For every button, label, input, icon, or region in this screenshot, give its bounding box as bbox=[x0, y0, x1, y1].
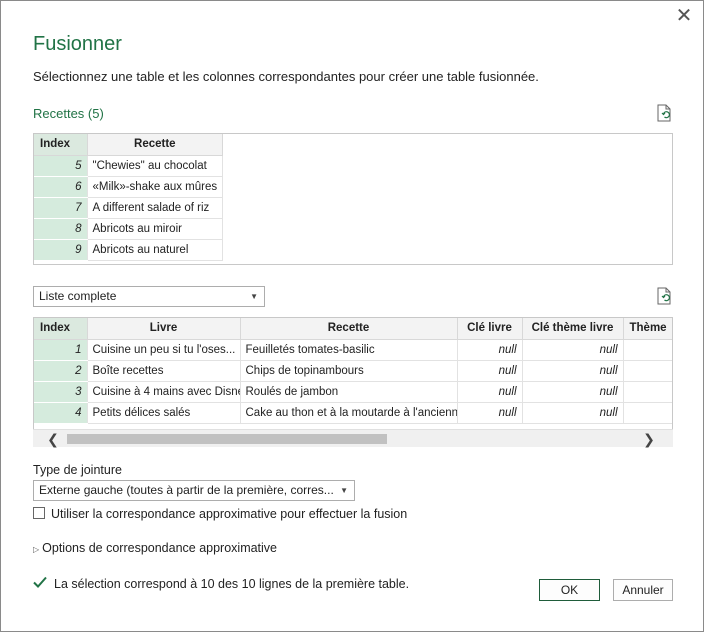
fuzzy-match-label[interactable]: Utiliser la correspondance approximative… bbox=[51, 507, 407, 521]
table-row: 7 A different salade of riz bbox=[34, 197, 224, 219]
status-message: La sélection correspond à 10 des 10 lign… bbox=[54, 577, 410, 591]
check-icon bbox=[33, 576, 47, 588]
cell-livre: Cuisine à 4 mains avec Disney bbox=[87, 381, 241, 403]
scroll-left-icon[interactable]: ❮ bbox=[43, 430, 63, 448]
cell-theme bbox=[623, 360, 672, 382]
merge-dialog: ✕ Fusionner Sélectionnez une table et le… bbox=[0, 0, 704, 632]
cancel-button[interactable]: Annuler bbox=[613, 579, 673, 601]
cell-cle-theme-livre: null bbox=[522, 402, 624, 424]
row-index: 3 bbox=[34, 381, 88, 403]
cell-recette: Feuilletés tomates-basilic bbox=[240, 339, 458, 361]
first-table-label: Recettes (5) bbox=[33, 106, 104, 121]
cell-recette: Chips de topinambours bbox=[240, 360, 458, 382]
horizontal-scrollbar[interactable]: ❮ ❯ bbox=[33, 429, 673, 447]
first-table-grid: Index Recette 5 "Chewies" au chocolat 6 … bbox=[34, 134, 224, 261]
table-row: 1 Cuisine un peu si tu l'oses... Feuille… bbox=[34, 339, 672, 361]
expand-triangle-icon: ▷ bbox=[33, 545, 40, 554]
cell-livre: Boîte recettes bbox=[87, 360, 241, 382]
table-row: 3 Cuisine à 4 mains avec Disney Roulés d… bbox=[34, 381, 672, 403]
row-index: 7 bbox=[34, 197, 88, 219]
row-index: 8 bbox=[34, 218, 88, 240]
join-type-label: Type de jointure bbox=[33, 463, 122, 477]
join-type-select-value: Externe gauche (toutes à partir de la pr… bbox=[39, 483, 334, 497]
chevron-down-icon: ▼ bbox=[250, 292, 258, 301]
cell-recette: Cake au thon et à la moutarde à l'ancien… bbox=[240, 402, 458, 424]
column-header-theme[interactable]: Thème bbox=[623, 318, 672, 340]
dialog-title: Fusionner bbox=[33, 33, 122, 55]
column-header-recette[interactable]: Recette bbox=[240, 318, 458, 340]
second-table-select-value: Liste complete bbox=[39, 289, 117, 303]
refresh-preview-icon[interactable] bbox=[656, 104, 672, 122]
cell-theme bbox=[623, 381, 672, 403]
scroll-right-icon[interactable]: ❯ bbox=[639, 430, 659, 448]
second-table-preview: Index Livre Recette Clé livre Clé thème … bbox=[33, 317, 673, 429]
fuzzy-match-checkbox[interactable] bbox=[33, 507, 45, 519]
cell-theme bbox=[623, 339, 672, 361]
ok-button[interactable]: OK bbox=[539, 579, 600, 601]
row-index: 6 bbox=[34, 176, 88, 198]
cell-theme bbox=[623, 402, 672, 424]
scrollbar-thumb[interactable] bbox=[67, 434, 387, 444]
table-row: 4 Petits délices salés Cake au thon et à… bbox=[34, 402, 672, 424]
table-row: 8 Abricots au miroir bbox=[34, 218, 224, 240]
column-header-cle-theme-livre[interactable]: Clé thème livre bbox=[522, 318, 624, 340]
cell-livre: Cuisine un peu si tu l'oses... bbox=[87, 339, 241, 361]
second-table-select[interactable]: Liste complete ▼ bbox=[33, 286, 265, 307]
join-type-select[interactable]: Externe gauche (toutes à partir de la pr… bbox=[33, 480, 355, 501]
fuzzy-options-label: Options de correspondance approximative bbox=[42, 541, 278, 555]
refresh-preview-icon[interactable] bbox=[656, 287, 672, 305]
first-table-preview: Index Recette 5 "Chewies" au chocolat 6 … bbox=[33, 133, 673, 265]
row-index: 9 bbox=[34, 239, 88, 261]
cell-recette: A different salade of riz bbox=[87, 197, 224, 219]
cell-cle-livre: null bbox=[457, 360, 523, 382]
cell-cle-livre: null bbox=[457, 402, 523, 424]
row-index: 5 bbox=[34, 155, 88, 177]
column-header-cle-livre[interactable]: Clé livre bbox=[457, 318, 523, 340]
row-index: 4 bbox=[34, 402, 88, 424]
cell-recette: "Chewies" au chocolat bbox=[87, 155, 224, 177]
row-index: 1 bbox=[34, 339, 88, 361]
cell-cle-livre: null bbox=[457, 381, 523, 403]
cell-recette: Abricots au naturel bbox=[87, 239, 224, 261]
cell-livre: Petits délices salés bbox=[87, 402, 241, 424]
cell-cle-theme-livre: null bbox=[522, 381, 624, 403]
cell-recette: Abricots au miroir bbox=[87, 218, 224, 240]
second-table-grid: Index Livre Recette Clé livre Clé thème … bbox=[34, 318, 672, 424]
table-row: 6 «Milk»-shake aux mûres bbox=[34, 176, 224, 198]
cell-recette: Roulés de jambon bbox=[240, 381, 458, 403]
close-icon[interactable]: ✕ bbox=[675, 6, 693, 26]
dialog-subtitle: Sélectionnez une table et les colonnes c… bbox=[33, 69, 539, 84]
cell-cle-livre: null bbox=[457, 339, 523, 361]
column-header-recette[interactable]: Recette bbox=[87, 134, 224, 156]
row-index: 2 bbox=[34, 360, 88, 382]
table-row: 9 Abricots au naturel bbox=[34, 239, 224, 261]
table-row: 2 Boîte recettes Chips de topinambours n… bbox=[34, 360, 672, 382]
column-header-index[interactable]: Index bbox=[34, 134, 88, 156]
cell-cle-theme-livre: null bbox=[522, 339, 624, 361]
table-row: 5 "Chewies" au chocolat bbox=[34, 155, 224, 177]
column-header-livre[interactable]: Livre bbox=[87, 318, 241, 340]
column-header-index[interactable]: Index bbox=[34, 318, 88, 340]
cell-cle-theme-livre: null bbox=[522, 360, 624, 382]
chevron-down-icon: ▼ bbox=[340, 486, 348, 495]
fuzzy-options-expander[interactable]: ▷ Options de correspondance approximative bbox=[33, 541, 277, 555]
cell-recette: «Milk»-shake aux mûres bbox=[87, 176, 224, 198]
